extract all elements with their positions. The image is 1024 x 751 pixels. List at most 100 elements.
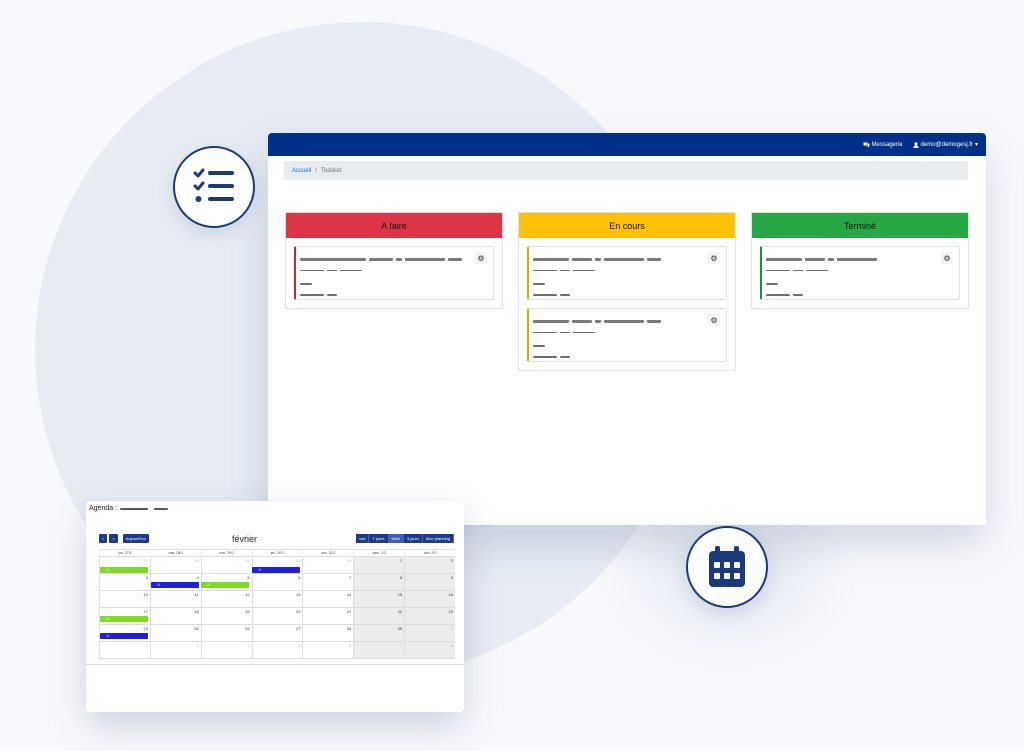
month-title: février (232, 534, 258, 544)
day-cell[interactable]: 19 (200, 608, 252, 624)
calendar-event[interactable]: ⚠ (151, 582, 199, 588)
view-button[interactable]: 7 jours (369, 534, 389, 543)
day-cell[interactable]: 4 (200, 642, 252, 658)
alert-icon: ⚠ (106, 633, 110, 638)
agenda-title-label: Agenda : (89, 505, 118, 512)
messagerie-link[interactable]: Messagerie (863, 142, 903, 148)
day-cell[interactable]: 2 (99, 642, 150, 658)
calendar-event[interactable]: ⚠ (100, 567, 148, 573)
week-row: 17 18 19 20 21 22 23 ⚠ (99, 608, 455, 625)
day-cell[interactable]: 2 (404, 557, 455, 573)
day-cell[interactable]: 13 (251, 591, 303, 607)
calendar-event[interactable]: ⚠ (252, 567, 300, 573)
breadcrumb-home-link[interactable]: Accueil (292, 168, 311, 174)
day-cell[interactable]: 1 (353, 557, 405, 573)
calendar-event[interactable]: ⚠ (201, 582, 249, 588)
user-email: demo@demogesj.fr (920, 141, 973, 148)
weekday-label: jeu. 30/1 (251, 550, 303, 557)
gear-icon[interactable]: ⚙ (708, 314, 720, 326)
gear-icon[interactable]: ⚙ (475, 252, 487, 264)
agenda-window: Agenda : < > Aujourd'hui février vue 7 j… (86, 501, 464, 712)
day-cell[interactable]: 28 (149, 557, 201, 573)
weekday-label: ven. 31/1 (302, 550, 353, 557)
day-cell[interactable]: 22 (353, 608, 405, 624)
week-row: 2 3 4 5 6 7 8 (99, 642, 455, 659)
task-card[interactable]: ⚙ (527, 308, 727, 362)
today-button[interactable]: Aujourd'hui (122, 534, 149, 543)
task-card[interactable]: ⚙ (294, 246, 494, 300)
day-cell[interactable]: 9 (404, 574, 455, 590)
view-button[interactable]: Mon planning (422, 534, 454, 543)
day-cell[interactable]: 7 (302, 574, 353, 590)
weekday-header: lun. 27/1 mar. 28/1 mer. 29/1 jeu. 30/1 … (99, 549, 455, 557)
calendar-event[interactable]: ⚠ (100, 633, 148, 639)
checklist-icon (193, 168, 234, 202)
task-card[interactable]: ⚙ (760, 246, 960, 300)
calendar-icon (709, 546, 745, 587)
day-cell[interactable]: 31 (302, 557, 353, 573)
day-cell[interactable]: 16 (404, 591, 455, 607)
checklist-badge (173, 146, 255, 228)
day-cell[interactable]: 7 (353, 642, 405, 658)
column-en-cours: En cours ⚙ ⚙ (518, 212, 736, 371)
alert-icon: ⚠ (207, 582, 211, 587)
calendar-badge (686, 526, 768, 608)
day-cell[interactable]: 3 (99, 574, 150, 590)
agenda-nav: < > Aujourd'hui (99, 534, 149, 543)
alert-icon: ⚠ (106, 616, 110, 621)
day-cell[interactable]: 3 (149, 642, 201, 658)
breadcrumb: Accueil / Todolist (284, 161, 968, 180)
agenda-title: Agenda : (89, 505, 171, 512)
day-cell[interactable]: 18 (149, 608, 201, 624)
day-cell[interactable]: 1 (404, 625, 455, 641)
week-row: 3 4 5 6 7 8 9 ⚠ ⚠ (99, 574, 455, 591)
day-cell[interactable]: 11 (149, 591, 201, 607)
day-cell[interactable]: 28 (302, 625, 353, 641)
prev-button[interactable]: < (99, 534, 108, 543)
week-row: 24 25 26 27 28 29 1 ⚠ (99, 625, 455, 642)
day-cell[interactable]: 10 (99, 591, 150, 607)
day-cell[interactable]: 21 (302, 608, 353, 624)
gear-icon[interactable]: ⚙ (708, 252, 720, 264)
alert-icon: ⚠ (106, 567, 110, 572)
day-cell[interactable]: 8 (404, 642, 455, 658)
weekday-label: sam. 1/2 (353, 550, 404, 557)
breadcrumb-current: Todolist (321, 167, 342, 174)
day-cell[interactable]: 8 (353, 574, 405, 590)
day-cell[interactable]: 12 (200, 591, 252, 607)
breadcrumb-separator: / (315, 167, 318, 174)
column-header: Terminé (752, 213, 968, 238)
column-header: En cours (519, 213, 735, 238)
day-cell[interactable]: 26 (200, 625, 252, 641)
day-cell[interactable]: 27 (251, 625, 303, 641)
chat-icon (863, 142, 870, 147)
day-cell[interactable]: 5 (251, 642, 303, 658)
day-cell[interactable]: 29 (200, 557, 252, 573)
day-cell[interactable]: 6 (251, 574, 303, 590)
week-row: 10 11 12 13 14 15 16 (99, 591, 455, 608)
view-switcher: vue 7 jours Mois 3 jours Mon planning (356, 534, 454, 543)
day-cell[interactable]: 20 (251, 608, 303, 624)
messagerie-label: Messagerie (871, 141, 903, 148)
view-button[interactable]: vue (356, 534, 370, 543)
next-button[interactable]: > (109, 534, 118, 543)
day-cell[interactable]: 29 (353, 625, 405, 641)
user-icon (913, 141, 919, 148)
weekday-label: dim. 2/2 (404, 550, 455, 557)
day-cell[interactable]: 14 (302, 591, 353, 607)
view-button-active[interactable]: Mois (388, 534, 404, 543)
alert-icon: ⚠ (258, 567, 262, 572)
day-cell[interactable]: 25 (149, 625, 201, 641)
day-cell[interactable]: 23 (404, 608, 455, 624)
column-termine: Terminé ⚙ (751, 212, 969, 309)
day-cell[interactable]: 6 (302, 642, 353, 658)
day-cell[interactable]: 15 (353, 591, 405, 607)
gear-icon[interactable]: ⚙ (941, 252, 953, 264)
calendar-event[interactable]: ⚠ (100, 616, 148, 622)
top-navbar: Messagerie demo@demogesj.fr ▾ (268, 133, 986, 156)
user-menu[interactable]: demo@demogesj.fr ▾ (913, 141, 978, 148)
column-a-faire: A faire ⚙ (285, 212, 503, 309)
column-title: Terminé (843, 220, 876, 231)
view-button[interactable]: 3 jours (403, 534, 423, 543)
task-card[interactable]: ⚙ (527, 246, 727, 300)
